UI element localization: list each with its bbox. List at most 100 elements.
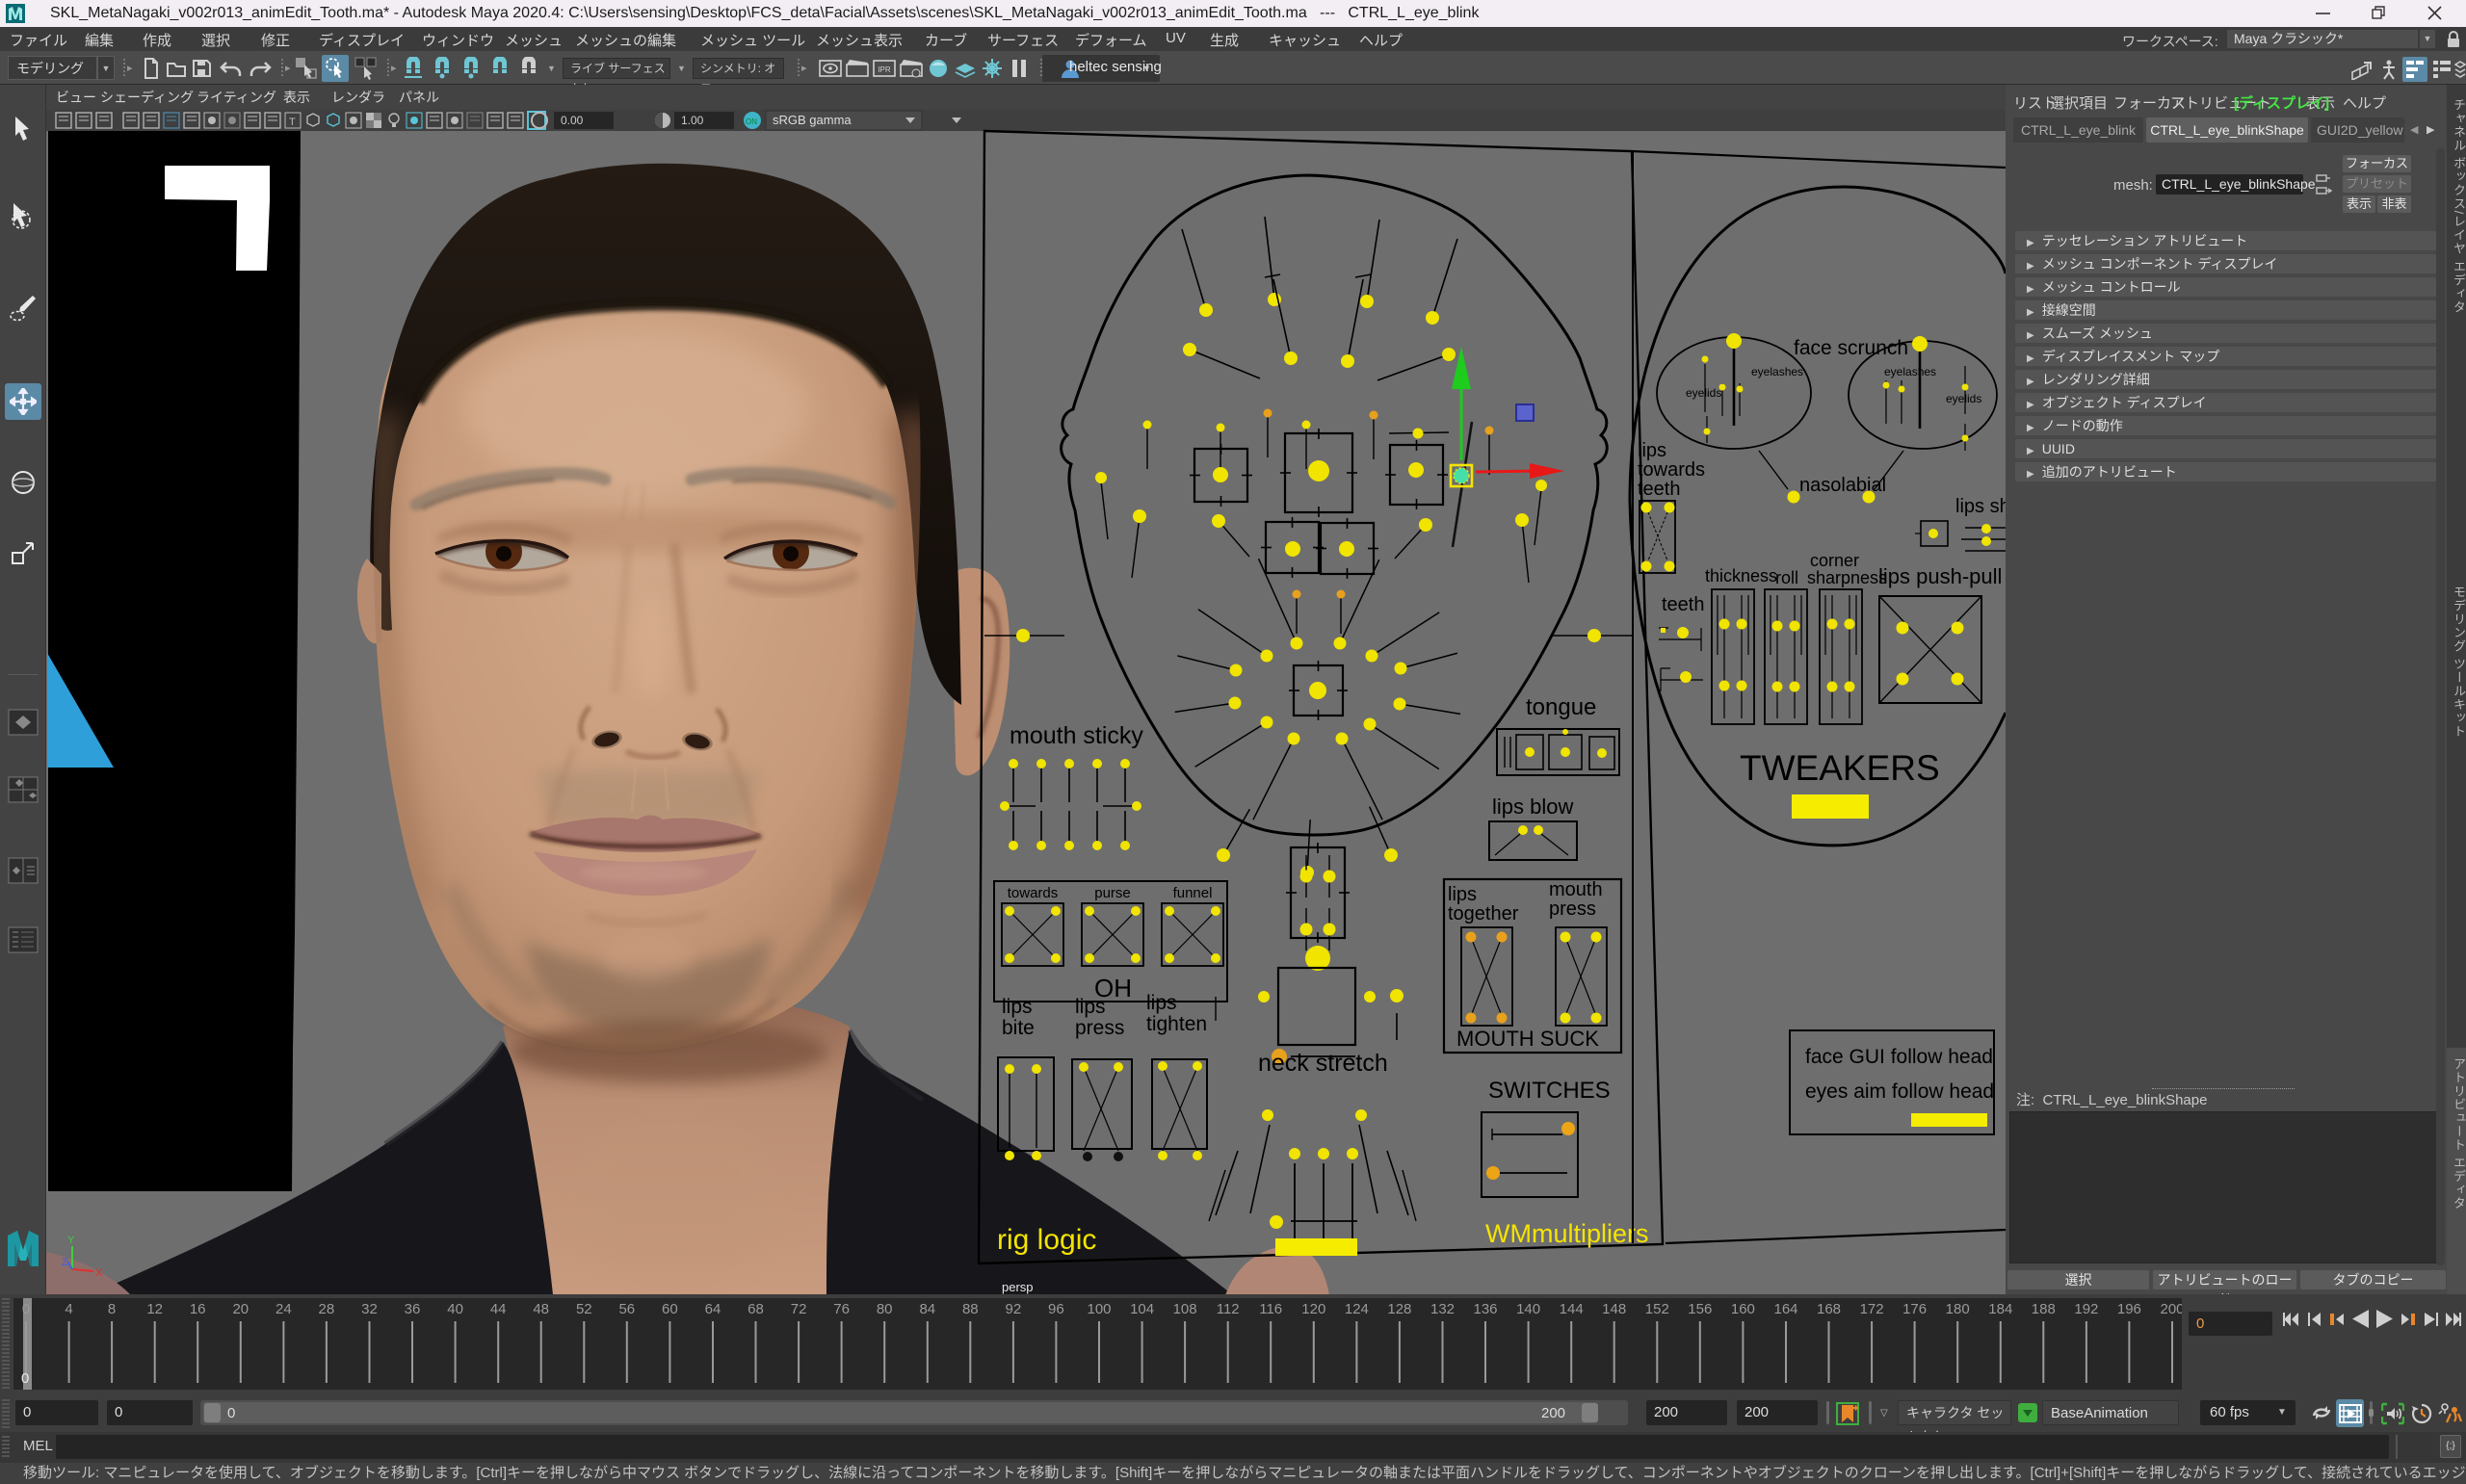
svg-text:32: 32 [361, 1301, 378, 1317]
svg-text:corner: corner [1810, 551, 1859, 570]
svg-text:SWITCHES: SWITCHES [1488, 1078, 1611, 1104]
svg-text:together: together [1448, 903, 1519, 924]
svg-text:eyes aim follow head: eyes aim follow head [1805, 1080, 1994, 1103]
svg-text:64: 64 [705, 1301, 721, 1317]
svg-text:Y: Y [67, 1235, 75, 1246]
svg-text:148: 148 [1602, 1301, 1626, 1317]
svg-text:172: 172 [1860, 1301, 1884, 1317]
svg-text:40: 40 [447, 1301, 463, 1317]
svg-text:92: 92 [1006, 1301, 1022, 1317]
svg-text:purse: purse [1094, 885, 1131, 901]
svg-text:press: press [1075, 1017, 1124, 1039]
svg-text:28: 28 [319, 1301, 335, 1317]
svg-text:36: 36 [405, 1301, 421, 1317]
svg-text:rig logic: rig logic [997, 1224, 1096, 1256]
svg-text:teeth: teeth [1662, 594, 1704, 615]
svg-text:168: 168 [1817, 1301, 1841, 1317]
svg-text:160: 160 [1731, 1301, 1755, 1317]
svg-text:132: 132 [1430, 1301, 1455, 1317]
svg-text:104: 104 [1130, 1301, 1154, 1317]
svg-text:mouth sticky: mouth sticky [1010, 722, 1143, 749]
svg-text:tighten: tighten [1146, 1013, 1207, 1035]
svg-text:0.00: 0.00 [561, 114, 584, 127]
svg-text:ビュー: ビュー [56, 90, 96, 105]
svg-text:152: 152 [1645, 1301, 1669, 1317]
svg-text:44: 44 [490, 1301, 507, 1317]
svg-text:lips: lips [1638, 440, 1666, 461]
svg-text:eyelids: eyelids [1686, 386, 1721, 400]
svg-text:lips: lips [1448, 884, 1477, 905]
svg-text:196: 196 [2117, 1301, 2141, 1317]
svg-text:12: 12 [146, 1301, 163, 1317]
svg-text:120: 120 [1301, 1301, 1325, 1317]
svg-text:eyelids: eyelids [1946, 392, 1981, 405]
svg-text:ON: ON [746, 117, 757, 126]
svg-text:teeth: teeth [1638, 479, 1680, 500]
svg-text:20: 20 [232, 1301, 249, 1317]
svg-text:144: 144 [1560, 1301, 1584, 1317]
svg-text:sRGB gamma: sRGB gamma [773, 113, 852, 127]
svg-text:bite: bite [1002, 1017, 1035, 1039]
svg-text:sharpness: sharpness [1807, 568, 1887, 587]
svg-text:TWEAKERS: TWEAKERS [1740, 748, 1940, 788]
svg-text:68: 68 [748, 1301, 764, 1317]
svg-text:towards: towards [1008, 885, 1059, 901]
svg-text:156: 156 [1688, 1301, 1712, 1317]
svg-text:8: 8 [108, 1301, 116, 1317]
svg-text:towards: towards [1638, 459, 1705, 481]
svg-text:100: 100 [1087, 1301, 1111, 1317]
svg-text:face GUI follow head: face GUI follow head [1805, 1046, 1993, 1068]
svg-text:Z: Z [62, 1257, 68, 1268]
svg-text:192: 192 [2074, 1301, 2098, 1317]
svg-text:72: 72 [791, 1301, 807, 1317]
svg-text:136: 136 [1473, 1301, 1497, 1317]
svg-text:ライティング: ライティング [197, 90, 276, 105]
svg-text:パネル: パネル [399, 90, 439, 105]
svg-text:108: 108 [1173, 1301, 1197, 1317]
svg-text:112: 112 [1217, 1301, 1240, 1317]
svg-text:WMmultipliers: WMmultipliers [1485, 1219, 1649, 1248]
svg-text:lips: lips [1146, 992, 1177, 1014]
svg-text:neck stretch: neck stretch [1258, 1050, 1388, 1077]
svg-text:eyelashes: eyelashes [1751, 365, 1803, 378]
svg-text:MOUTH SUCK: MOUTH SUCK [1456, 1027, 1599, 1051]
svg-text:persp: persp [1002, 1280, 1034, 1294]
svg-text:48: 48 [533, 1301, 549, 1317]
svg-text:X: X [95, 1267, 103, 1279]
svg-text:0: 0 [21, 1370, 29, 1387]
svg-text:80: 80 [877, 1301, 893, 1317]
svg-text:88: 88 [962, 1301, 979, 1317]
svg-text:124: 124 [1345, 1301, 1369, 1317]
svg-text:96: 96 [1048, 1301, 1064, 1317]
svg-text:funnel: funnel [1173, 885, 1213, 901]
svg-text:IPR: IPR [878, 65, 891, 74]
svg-text:4: 4 [65, 1301, 72, 1317]
svg-text:mouth: mouth [1549, 879, 1603, 900]
svg-text:レンダラ: レンダラ [331, 90, 385, 105]
svg-text:116: 116 [1259, 1301, 1282, 1317]
svg-text:press: press [1549, 898, 1596, 920]
svg-text:lips: lips [1075, 996, 1106, 1018]
svg-text:188: 188 [2032, 1301, 2056, 1317]
svg-text:52: 52 [576, 1301, 592, 1317]
svg-text:roll: roll [1775, 568, 1798, 587]
svg-text:T: T [289, 117, 296, 128]
svg-text:face scrunch: face scrunch [1794, 337, 1908, 359]
svg-text:lips sh: lips sh [1955, 496, 2006, 517]
svg-text:lips blow: lips blow [1492, 794, 1573, 819]
svg-text:56: 56 [618, 1301, 635, 1317]
svg-text:176: 176 [1902, 1301, 1927, 1317]
svg-text:76: 76 [833, 1301, 850, 1317]
svg-text:200: 200 [2160, 1301, 2182, 1317]
svg-text:60: 60 [662, 1301, 678, 1317]
svg-text:0: 0 [22, 1301, 30, 1317]
svg-text:lips: lips [1002, 996, 1033, 1018]
svg-text:16: 16 [190, 1301, 206, 1317]
svg-text:lips push-pull: lips push-pull [1878, 564, 2002, 588]
svg-text:表示: 表示 [283, 90, 310, 105]
svg-text:eyelashes: eyelashes [1884, 365, 1936, 378]
svg-text:thickness: thickness [1705, 566, 1777, 586]
svg-text:シェーディング: シェーディング [100, 90, 194, 105]
svg-text:tongue: tongue [1526, 694, 1596, 720]
svg-text:1.00: 1.00 [681, 114, 704, 127]
